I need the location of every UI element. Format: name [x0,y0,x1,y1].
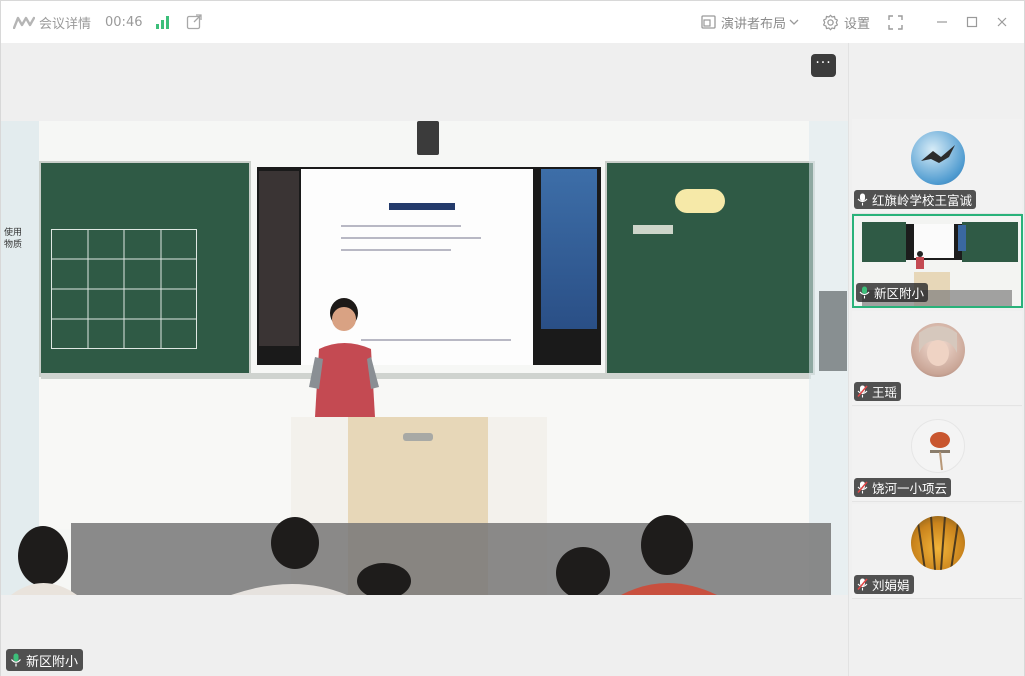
meeting-window: 会议详情 00:46 演讲者布局 设置 ··· 使用 物质 新区附小 红旗岭学校… [0,0,1025,676]
minimize-button[interactable] [934,14,950,30]
gear-icon [822,14,838,30]
mic-muted-icon [857,385,868,398]
avatar [911,323,965,377]
fullscreen-button[interactable] [888,14,908,30]
title-bar: 会议详情 00:46 演讲者布局 设置 [1,1,1024,43]
presenter-student [309,297,381,417]
speaker-name: 新区附小 [26,654,79,670]
minimize-icon [937,21,947,23]
share-window-icon[interactable] [186,14,203,30]
participant-tile[interactable]: 刘娟娟 [852,504,1022,599]
participant-tile-active[interactable]: 新区附小 [852,214,1023,308]
meeting-duration: 00:46 [105,14,143,30]
network-signal-icon[interactable] [156,15,170,29]
main-video-stage: ··· 使用 物质 新区附小 [1,43,848,676]
layout-label: 演讲者布局 [720,16,786,32]
screen-left-panel [259,171,299,346]
fullscreen-icon [888,14,903,30]
avatar [911,516,965,570]
participant-tile[interactable]: 红旗岭学校王富诚 [852,119,1022,214]
avatar [911,131,965,185]
maximize-button[interactable] [964,14,980,30]
speaker-name-tag: 新区附小 [6,649,84,671]
participant-name-tag: 红旗岭学校王富诚 [854,190,977,209]
layout-icon [701,15,716,29]
chevron-down-icon [789,19,799,25]
settings-label: 设置 [843,16,870,32]
close-icon [997,17,1007,27]
mic-on-icon [11,653,21,667]
grid-drawing [51,229,197,349]
mic-muted-icon [857,481,868,494]
speaker-video[interactable]: 使用 物质 [1,121,848,595]
app-logo-icon [13,16,35,29]
wall-poster-text: 使用 物质 [4,228,23,250]
screen-right-panel [541,169,597,329]
participant-tile[interactable]: 饶河一小项云 [852,407,1022,502]
mic-on-icon [857,193,868,206]
audience-students [1,501,848,595]
more-options-button[interactable]: ··· [811,54,836,77]
settings-button[interactable]: 设置 [822,13,870,32]
participant-name-tag: 饶河一小项云 [854,478,952,497]
participant-name-tag: 刘娟娟 [854,575,914,594]
participant-sidebar: 红旗岭学校王富诚 新区附小 王瑶 饶河一小项云 刘娟娟 [848,43,1024,676]
mic-on-icon [859,286,870,299]
meeting-details-button[interactable]: 会议详情 [39,13,91,32]
blackboard-caption [633,225,673,234]
participant-tile[interactable]: 王瑶 [852,311,1022,406]
blackboard-title-badge [675,189,725,213]
close-button[interactable] [994,14,1010,30]
avatar [911,419,965,473]
camera-device [417,121,439,155]
participant-name-tag: 王瑶 [854,382,902,401]
participant-name-tag: 新区附小 [856,283,929,302]
mic-muted-icon [857,578,868,591]
layout-dropdown[interactable]: 演讲者布局 [701,13,804,32]
maximize-icon [966,16,978,28]
